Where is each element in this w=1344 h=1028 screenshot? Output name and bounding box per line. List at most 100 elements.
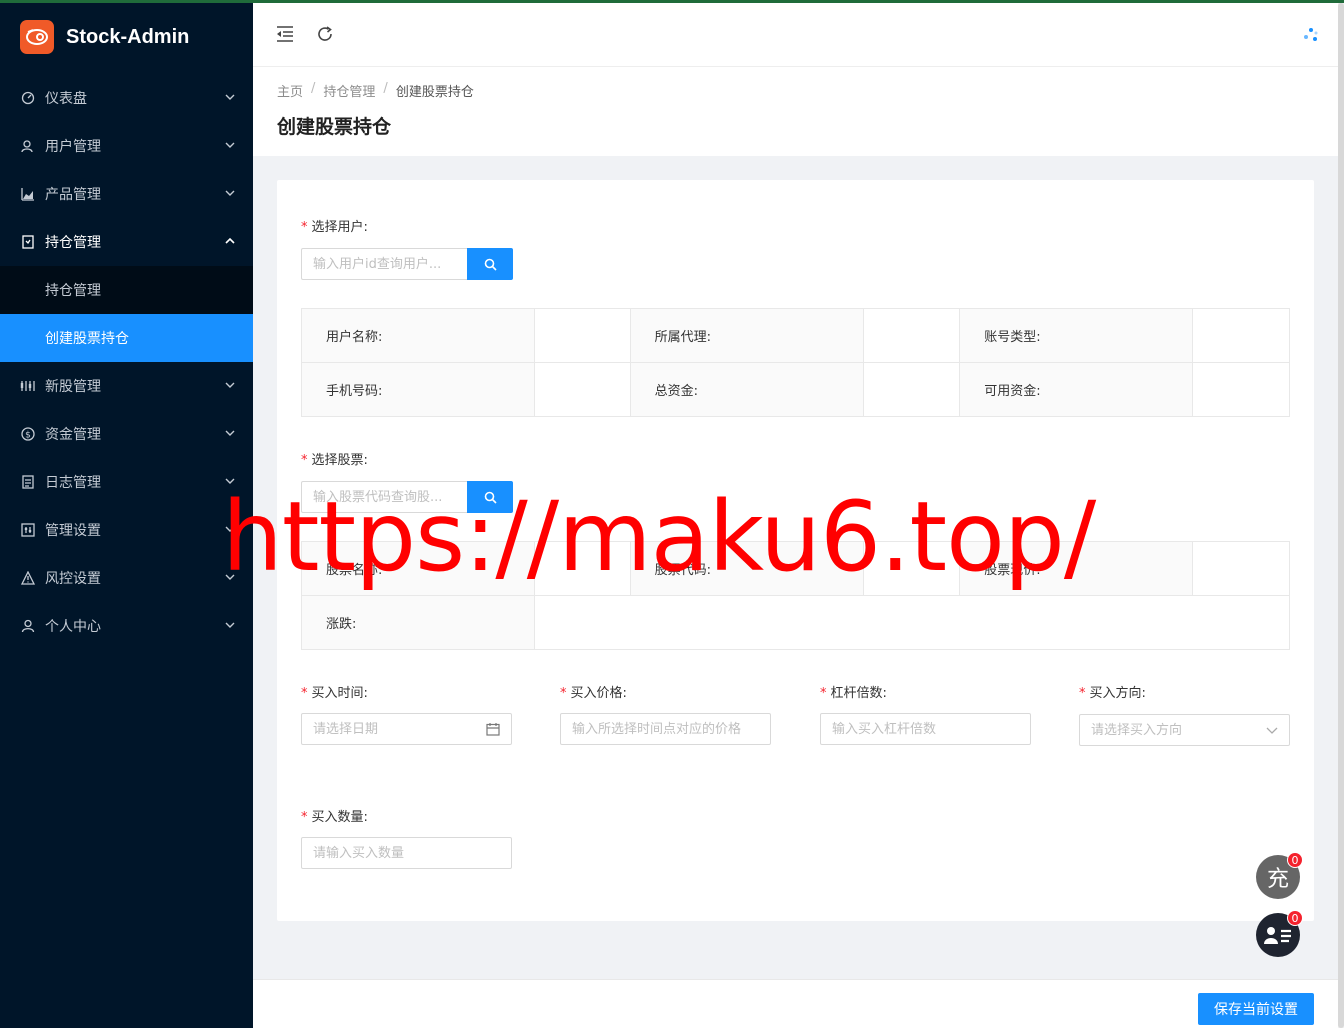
money-icon: $ [20,426,36,442]
sidebar-item-label: 风控设置 [45,571,101,587]
app-name: Stock-Admin [66,25,190,48]
required-mark: * [1079,686,1086,701]
sidebar-item-label: 用户管理 [45,139,101,155]
list-float-button[interactable]: 0 [1256,910,1303,957]
buy-price-label: * 买入价格: [560,682,627,701]
phone-key: 手机号码: [301,362,535,417]
change-key: 涨跌: [301,595,535,650]
users-icon [20,138,36,154]
buy-price-input[interactable] [560,713,771,745]
chevron-down-icon [225,430,235,436]
logo[interactable]: Stock-Admin [0,0,253,74]
sidebar-item-logs[interactable]: 日志管理 [0,458,253,506]
sidebar-item-risk-settings[interactable]: 风控设置 [0,554,253,602]
account-type-value [1192,308,1290,363]
direction-select[interactable] [1079,714,1290,746]
breadcrumb: 主页 / 持仓管理 / 创建股票持仓 [277,81,1338,100]
page-title: 创建股票持仓 [277,116,392,138]
required-mark: * [301,810,308,825]
sidebar-item-dashboard[interactable]: 仪表盘 [0,74,253,122]
phone-value [533,362,631,417]
sidebar-item-ipo[interactable]: 新股管理 [0,362,253,410]
label-text: 买入时间: [311,686,368,701]
available-funds-key: 可用资金: [959,362,1194,417]
area-chart-icon [20,186,36,202]
select-stock-label: * 选择股票: [301,449,368,468]
total-funds-value [863,362,961,417]
buy-time-input[interactable] [301,713,512,745]
sidebar-item-label: 创建股票持仓 [45,331,129,347]
required-mark: * [301,686,308,701]
sidebar-item-funds[interactable]: $ 资金管理 [0,410,253,458]
recharge-float-button[interactable]: 充 0 [1256,852,1303,899]
user-name-value [533,308,631,363]
leverage-label: * 杠杆倍数: [820,682,887,701]
refresh-icon[interactable] [316,25,334,43]
user-info-table: 用户名称: 所属代理: 账号类型: 手机号码: 总资金: 可用资金: [301,308,1290,417]
user-name-key: 用户名称: [301,308,535,363]
breadcrumb-positions[interactable]: 持仓管理 [323,81,375,100]
menu-fold-icon[interactable] [275,25,295,43]
required-mark: * [560,686,567,701]
quantity-label: * 买入数量: [301,806,368,825]
calendar-icon [486,723,500,736]
buy-time-label: * 买入时间: [301,682,368,701]
quantity-input[interactable] [301,837,512,869]
logo-icon [20,20,54,54]
required-mark: * [820,686,827,701]
warning-icon [20,570,36,586]
user-search-button[interactable] [467,248,513,280]
sidebar-item-label: 产品管理 [45,187,101,203]
save-settings-button[interactable]: 保存当前设置 [1198,993,1314,1025]
table-row: 用户名称: 所属代理: 账号类型: [301,308,1290,363]
table-row: 手机号码: 总资金: 可用资金: [301,362,1290,417]
watermark-text: https://maku6.top/ [222,481,1096,593]
agent-value [863,308,961,363]
available-funds-value [1192,362,1290,417]
required-mark: * [301,453,308,468]
search-icon [484,258,497,271]
label-text: 买入价格: [570,686,627,701]
total-funds-key: 总资金: [629,362,865,417]
table-row: 涨跌: [301,595,1291,650]
list-badge: 0 [1287,910,1303,926]
leverage-input[interactable] [820,713,1031,745]
user-list-icon [1264,927,1291,944]
scrollbar-thumb[interactable] [1338,3,1344,1028]
chevron-up-icon [225,237,235,244]
account-type-key: 账号类型: [959,308,1194,363]
chevron-down-icon [225,190,235,196]
scrollbar[interactable] [1338,3,1344,1028]
chevron-down-icon [225,382,235,388]
recharge-label: 充 [1266,867,1289,892]
breadcrumb-home[interactable]: 主页 [277,81,303,100]
sidebar-item-label: 仪表盘 [45,91,87,107]
sidebar-item-profile[interactable]: 个人中心 [0,602,253,650]
chevron-down-icon [225,142,235,148]
sidebar-item-products[interactable]: 产品管理 [0,170,253,218]
sidebar: Stock-Admin 仪表盘 用户管理 产品管理 持仓管理 持仓管理 创建股票… [0,0,253,1028]
label-text: 买入方向: [1089,686,1146,701]
label-text: 选择股票: [311,453,368,468]
sidebar-item-label: 新股管理 [45,379,101,395]
settings-icon [20,522,36,538]
sidebar-item-admin-settings[interactable]: 管理设置 [0,506,253,554]
svg-text:$: $ [25,431,31,441]
label-text: 买入数量: [311,810,368,825]
sidebar-subitem-position-manage[interactable]: 持仓管理 [0,266,253,314]
chevron-down-icon [225,622,235,628]
sidebar-item-users[interactable]: 用户管理 [0,122,253,170]
select-user-label: * 选择用户: [301,216,368,235]
sidebar-item-label: 日志管理 [45,475,101,491]
breadcrumb-current: 创建股票持仓 [395,85,474,100]
user-search-input[interactable] [301,248,467,280]
top-accent-line [0,0,1344,3]
sidebar-item-positions[interactable]: 持仓管理 [0,218,253,266]
top-header [253,3,1338,67]
sidebar-item-label: 持仓管理 [45,283,101,299]
position-icon [20,234,36,250]
required-mark: * [301,220,308,235]
sidebar-subitem-create-position[interactable]: 创建股票持仓 [0,314,253,362]
change-value [533,595,1291,650]
ipo-icon [20,378,36,394]
